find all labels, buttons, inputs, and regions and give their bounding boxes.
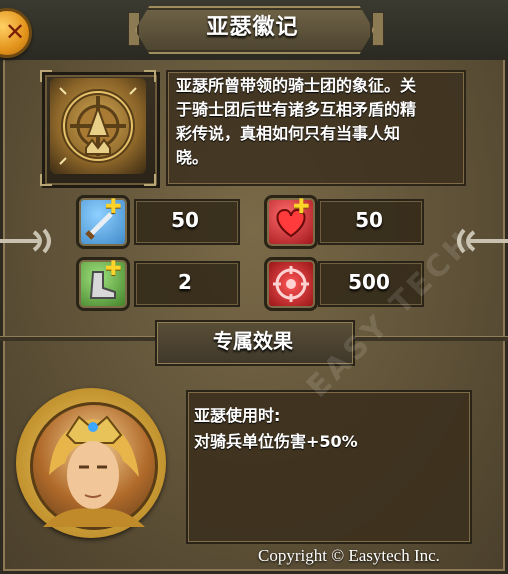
section-title: 专属效果 — [213, 329, 293, 353]
description-line: 亚瑟所曾带领的骑士团的象征。关 — [176, 76, 417, 95]
stat-movement-value: 2 — [178, 270, 192, 294]
effect-detail: 对骑兵单位伤害+50% — [194, 432, 358, 451]
emblem-icon — [50, 78, 146, 174]
plus-icon: ✚ — [293, 194, 310, 218]
frame-corner — [40, 174, 52, 186]
emblem-detail-panel: ✕ 亚瑟徽记 亚瑟所曾带领的骑士团的象征。关 于骑士团后世有诸多互相矛盾的精 彩… — [0, 0, 508, 574]
effect-condition: 亚瑟使用时: — [194, 406, 281, 425]
copyright-text: Copyright © Easytech Inc. — [258, 546, 440, 565]
target-icon — [264, 257, 318, 311]
close-icon: ✕ — [5, 18, 26, 46]
description-line: 彩传说，真相如何只有当事人知 — [176, 124, 401, 143]
stat-health-value: 50 — [355, 208, 383, 232]
item-description: 亚瑟所曾带领的骑士团的象征。关 于骑士团后世有诸多互相矛盾的精 彩传说，真相如何… — [176, 74, 458, 170]
left-ornament-icon — [0, 226, 54, 256]
plus-icon: ✚ — [105, 194, 122, 218]
description-line: 晓。 — [176, 148, 209, 167]
stat-attack-value: 50 — [171, 208, 199, 232]
heart-icon: ✚ — [264, 194, 318, 249]
boot-icon: ✚ — [76, 256, 130, 311]
page-title: 亚瑟徽记 — [206, 15, 299, 40]
frame-corner — [144, 174, 156, 186]
plus-icon: ✚ — [105, 256, 122, 280]
frame-corner — [40, 70, 52, 82]
general-portrait — [30, 402, 158, 530]
description-line: 于骑士团后世有诸多互相矛盾的精 — [176, 100, 417, 119]
sword-icon: ✚ — [76, 194, 130, 249]
watermark: EASY TECH — [300, 223, 482, 405]
frame-corner — [144, 70, 156, 82]
title-decoration — [372, 12, 384, 46]
